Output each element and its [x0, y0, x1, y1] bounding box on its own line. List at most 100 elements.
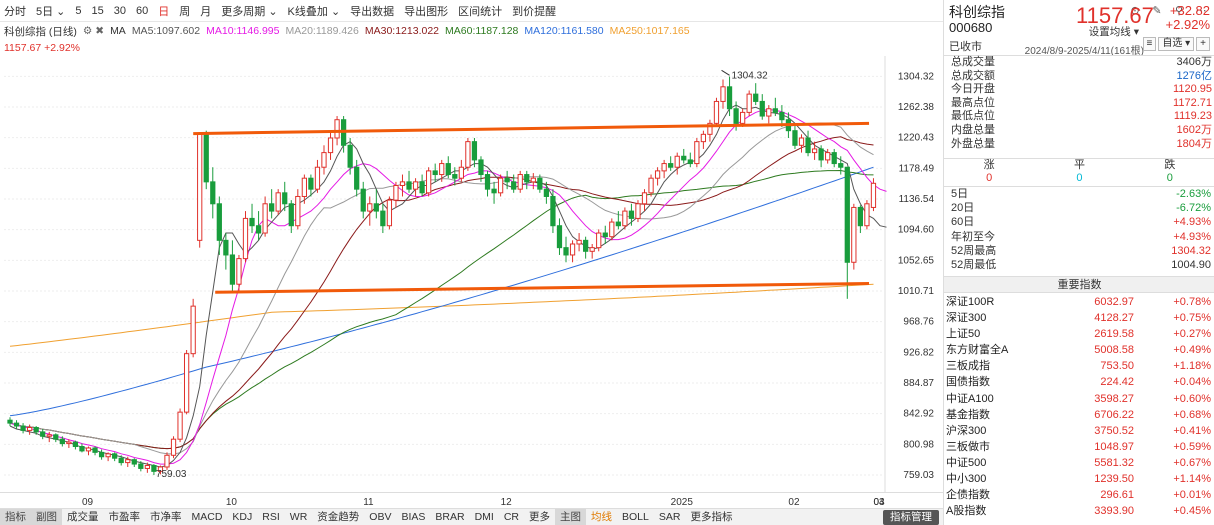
indicator-tab[interactable]: WR [285, 509, 313, 525]
index-row[interactable]: 上证50 2619.58 +0.27% [944, 326, 1214, 342]
index-row[interactable]: 东方财富全A 5008.58 +0.49% [944, 342, 1214, 358]
indicator-tab[interactable]: 市净率 [145, 509, 187, 525]
index-row[interactable]: 三板做市 1048.97 +0.59% [944, 439, 1214, 455]
toolbar-item[interactable]: 更多周期 ⌄ [221, 3, 277, 19]
toolbar-item[interactable]: 分时 [4, 3, 26, 19]
indicator-tab[interactable]: KDJ [227, 509, 257, 525]
candle-body [511, 181, 517, 190]
toolbar-item[interactable]: 导出数据 [350, 3, 394, 19]
toolbar-item[interactable]: 5 [75, 5, 81, 17]
index-change: +0.68% [1173, 408, 1211, 421]
index-name: 深证300 [946, 312, 987, 325]
toolbar-item[interactable]: 导出图形 [404, 3, 448, 19]
ma-toggle[interactable]: ⚙ ✖ [83, 25, 104, 37]
toolbar-item[interactable]: 周 [179, 3, 190, 19]
stat-value: 1172.71 [1173, 96, 1212, 109]
candle-body [517, 174, 523, 190]
indicator-tab[interactable]: 副图 [31, 508, 62, 525]
stat-value: 3406万 [1176, 56, 1212, 68]
period-label: 52周最低 [951, 258, 997, 271]
period-returns: 5日 -2.63% 20日 -6.72% 60日 +4.93% 年初至今 +4.93% 52周最… [944, 186, 1214, 272]
stat-value: 1276亿 [1176, 69, 1212, 82]
ma-legend: 科创综指 (日线) ⚙ ✖ MA MA5:1097.602 MA10:1146.… [4, 24, 696, 38]
menu-button[interactable]: ≡ [1142, 37, 1157, 51]
index-row[interactable]: 基金指数 6706.22 +0.68% [944, 407, 1214, 423]
index-row[interactable]: 中小300 1239.50 +1.14% [944, 471, 1214, 487]
index-row[interactable]: 沪深300 3750.52 +0.41% [944, 423, 1214, 439]
index-change: +0.49% [1173, 344, 1211, 357]
ma30-line [9, 136, 874, 450]
candle-body [569, 243, 576, 256]
toolbar-item[interactable]: 月 [200, 3, 211, 19]
candle-body [792, 130, 798, 146]
add-button[interactable]: + [1196, 37, 1210, 51]
candle-body [759, 100, 765, 117]
indicator-tab[interactable]: RSI [257, 509, 285, 525]
index-row[interactable]: 中证A100 3598.27 +0.60% [944, 391, 1214, 407]
period-value: +4.93% [1173, 216, 1211, 229]
indicator-tab[interactable]: 主图 [555, 508, 587, 525]
index-name: 深证100R [946, 296, 995, 308]
period-label: 60日 [951, 216, 975, 229]
candle-body [720, 86, 726, 102]
indicator-tab[interactable]: 资金趋势 [312, 509, 364, 525]
indicator-tab[interactable]: 成交量 [62, 509, 104, 525]
toolbar-item[interactable]: 区间统计 [458, 3, 502, 19]
indicator-tab[interactable]: BIAS [396, 509, 430, 525]
app-root: 分时 5日 ⌄ 5 15 30 60 日周月更多周期 ⌄ K线叠加 ⌄ 导出数据 导出图形 区间统计… [0, 0, 1214, 525]
candle-body [811, 148, 818, 154]
index-price: 5008.58 [1094, 344, 1134, 357]
candle-body [766, 108, 772, 117]
candle-body [33, 427, 39, 433]
indicator-tab[interactable]: 均线 [586, 509, 617, 525]
indicator-tab[interactable]: BRAR [430, 509, 469, 525]
indicator-tab[interactable]: 市盈率 [104, 509, 146, 525]
toolbar-item[interactable]: 60 [136, 5, 148, 17]
candle-body [779, 111, 785, 121]
index-row[interactable]: 企债指数 296.61 +0.01% [944, 487, 1214, 503]
index-row[interactable]: 深证300 4128.27 +0.75% [944, 310, 1214, 326]
index-row[interactable]: A股指数 3393.90 +0.45% [944, 503, 1214, 519]
candle-body [314, 166, 321, 190]
candle-body [92, 447, 98, 453]
index-price: 3598.27 [1094, 392, 1134, 405]
indicator-tab[interactable]: BOLL [617, 509, 654, 525]
y-tick-label: 1136.54 [899, 194, 935, 205]
indicator-tab[interactable]: DMI [470, 509, 499, 525]
indicator-tab[interactable]: 更多指标 [685, 509, 737, 525]
toolbar-item[interactable]: 到价提醒 [512, 3, 556, 19]
y-tick-label: 1178.49 [899, 163, 935, 174]
toolbar-item[interactable]: K线叠加 ⌄ [288, 3, 341, 19]
candle-body [805, 137, 811, 154]
indicator-tab[interactable]: OBV [364, 509, 396, 525]
indicator-manage-button[interactable]: 指标管理 [883, 509, 939, 525]
candle-body [740, 111, 746, 124]
indicator-tab[interactable]: SAR [654, 509, 686, 525]
candle-body [262, 203, 268, 234]
index-row[interactable]: 国债指数 224.42 +0.04% [944, 374, 1214, 390]
kline-chart[interactable]: 759.03 800.98 842.92 884.87 926.82 968.76 1010… [0, 56, 943, 492]
toolbar-item[interactable]: 15 [92, 5, 104, 17]
stat-label: 总成交量 [951, 56, 995, 68]
toolbar-item[interactable]: 5日 ⌄ [36, 3, 65, 19]
indicator-tab[interactable]: 更多 [524, 509, 555, 525]
toolbar-item[interactable]: 日 [158, 3, 169, 19]
watchlist-button[interactable]: 自选 ▾ [1158, 37, 1195, 51]
candle-body [537, 177, 543, 190]
x-axis-svg: 09 10 11 12 2025 02 0304 [82, 497, 885, 508]
index-row[interactable]: 三板成指 753.50 +1.18% [944, 358, 1214, 374]
indicator-tab[interactable]: 指标 [0, 508, 31, 525]
candle-body [491, 188, 497, 194]
indicator-tab[interactable]: MACD [187, 509, 228, 525]
index-name: 三板成指 [946, 360, 990, 373]
quote-panel: 科创综指 000680 1157.67 +32.82 +2.92% 已收市 ≡ … [943, 0, 1214, 525]
index-row[interactable]: 中证500 5581.32 +0.67% [944, 455, 1214, 471]
candle-body [543, 188, 550, 197]
candle-body [125, 459, 131, 464]
toolbar-item[interactable]: 30 [114, 5, 126, 17]
y-tick-label: 1220.43 [898, 133, 935, 144]
x-axis: 09 10 11 12 2025 02 03 04 [0, 492, 943, 508]
index-row[interactable]: 深证100R 6032.97 +0.78% [944, 294, 1214, 310]
indicator-tab[interactable]: CR [499, 509, 524, 525]
candle-body [399, 181, 406, 187]
